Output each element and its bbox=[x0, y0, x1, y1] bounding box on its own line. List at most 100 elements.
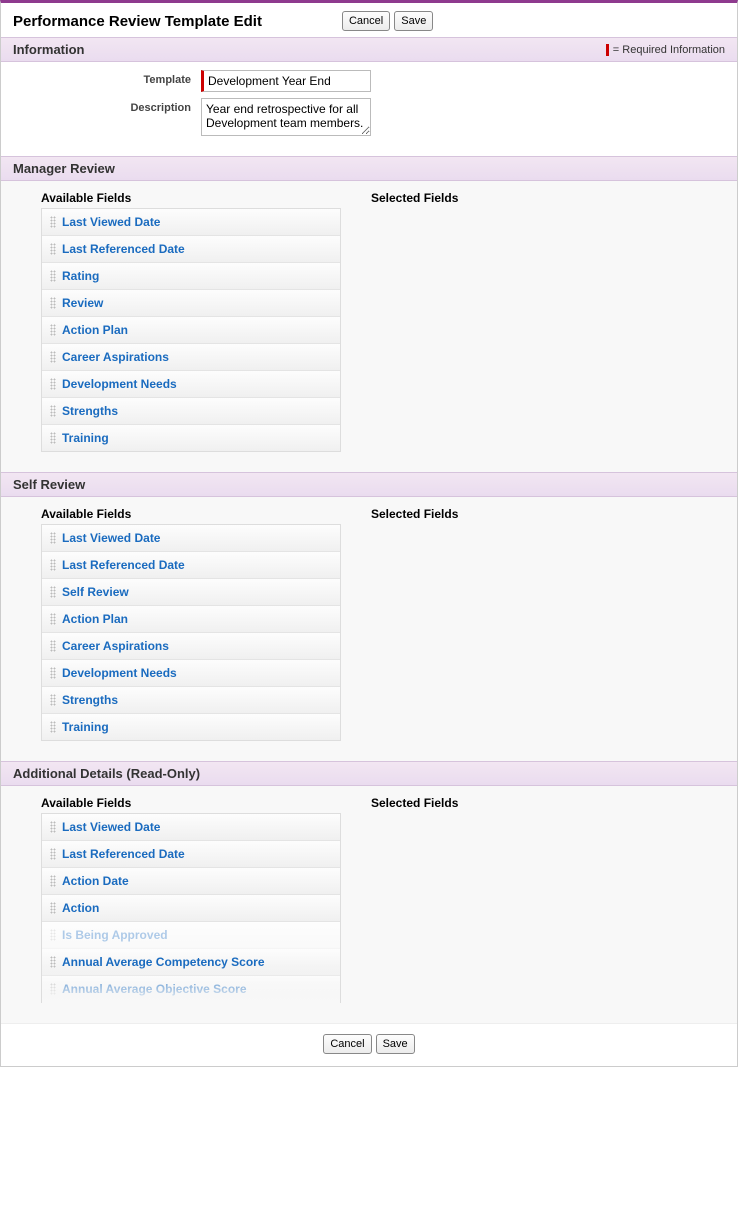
manager-review-area: Available Fields Last Viewed Date Last Re… bbox=[1, 181, 737, 472]
field-item-label: Last Viewed Date bbox=[62, 820, 160, 834]
description-input[interactable]: Year end retrospective for all Developme… bbox=[201, 98, 371, 136]
field-item[interactable]: Action Plan bbox=[42, 317, 340, 344]
available-fields-label: Available Fields bbox=[41, 507, 341, 521]
field-item[interactable]: Training bbox=[42, 714, 340, 740]
section-header-self-review: Self Review bbox=[1, 472, 737, 497]
field-item-label: Career Aspirations bbox=[62, 350, 169, 364]
field-item[interactable]: Strengths bbox=[42, 687, 340, 714]
section-title-self-review: Self Review bbox=[13, 477, 85, 492]
required-legend: = Required Information bbox=[606, 44, 725, 56]
drag-handle-icon[interactable] bbox=[50, 956, 56, 968]
field-item-label: Training bbox=[62, 720, 109, 734]
drag-handle-icon[interactable] bbox=[50, 351, 56, 363]
field-item[interactable]: Self Review bbox=[42, 579, 340, 606]
template-input[interactable] bbox=[201, 70, 371, 92]
field-item[interactable]: Action Date bbox=[42, 868, 340, 895]
field-item[interactable]: Last Referenced Date bbox=[42, 552, 340, 579]
field-item[interactable]: Last Referenced Date bbox=[42, 236, 340, 263]
field-item[interactable]: Last Viewed Date bbox=[42, 525, 340, 552]
field-item-label: Last Viewed Date bbox=[62, 531, 160, 545]
drag-handle-icon[interactable] bbox=[50, 216, 56, 228]
drag-handle-icon[interactable] bbox=[50, 532, 56, 544]
field-item[interactable]: Strengths bbox=[42, 398, 340, 425]
field-item[interactable]: Training bbox=[42, 425, 340, 451]
field-item[interactable]: Last Viewed Date bbox=[42, 814, 340, 841]
information-form: Template Description Year end retrospect… bbox=[1, 62, 737, 156]
cancel-button-top[interactable]: Cancel bbox=[342, 11, 390, 31]
field-item-label: Action Plan bbox=[62, 612, 128, 626]
required-bar-icon bbox=[606, 44, 609, 56]
drag-handle-icon[interactable] bbox=[50, 640, 56, 652]
field-item-label: Last Referenced Date bbox=[62, 242, 185, 256]
field-item-label: Is Being Approved bbox=[62, 928, 168, 942]
section-header-additional-details: Additional Details (Read-Only) bbox=[1, 761, 737, 786]
drag-handle-icon[interactable] bbox=[50, 297, 56, 309]
drag-handle-icon[interactable] bbox=[50, 270, 56, 282]
field-item-label: Strengths bbox=[62, 693, 118, 707]
drag-handle-icon[interactable] bbox=[50, 694, 56, 706]
drag-handle-icon[interactable] bbox=[50, 378, 56, 390]
field-item[interactable]: Rating bbox=[42, 263, 340, 290]
field-item-label: Action Date bbox=[62, 874, 129, 888]
field-item[interactable]: Career Aspirations bbox=[42, 633, 340, 660]
additional-details-area: Available Fields Last Viewed DateLast Re… bbox=[1, 786, 737, 1023]
field-item[interactable]: Development Needs bbox=[42, 660, 340, 687]
drag-handle-icon[interactable] bbox=[50, 432, 56, 444]
field-item-label: Self Review bbox=[62, 585, 129, 599]
self-review-available-list: Last Viewed Date Last Referenced Date Self… bbox=[41, 524, 341, 741]
footer: Cancel Save bbox=[1, 1023, 737, 1066]
template-label: Template bbox=[1, 70, 201, 86]
field-item-label: Rating bbox=[62, 269, 99, 283]
drag-handle-icon[interactable] bbox=[50, 875, 56, 887]
field-item[interactable]: Development Needs bbox=[42, 371, 340, 398]
field-item-label: Strengths bbox=[62, 404, 118, 418]
drag-handle-icon[interactable] bbox=[50, 721, 56, 733]
field-item[interactable]: Review bbox=[42, 290, 340, 317]
section-header-manager-review: Manager Review bbox=[1, 156, 737, 181]
selected-fields-label: Selected Fields bbox=[371, 796, 671, 810]
drag-handle-icon[interactable] bbox=[50, 902, 56, 914]
drag-handle-icon[interactable] bbox=[50, 586, 56, 598]
field-item-label: Action bbox=[62, 901, 99, 915]
drag-handle-icon[interactable] bbox=[50, 613, 56, 625]
section-title-information: Information bbox=[13, 42, 85, 57]
field-item-label: Last Referenced Date bbox=[62, 558, 185, 572]
field-item-label: Development Needs bbox=[62, 377, 177, 391]
page-header: Performance Review Template Edit Cancel … bbox=[1, 3, 737, 37]
self-review-area: Available Fields Last Viewed Date Last Re… bbox=[1, 497, 737, 761]
cancel-button-bottom[interactable]: Cancel bbox=[323, 1034, 371, 1054]
additional-details-available-list: Last Viewed Date Last Referenced Date Acti… bbox=[41, 813, 341, 1003]
field-item-label: Last Referenced Date bbox=[62, 847, 185, 861]
field-item-label: Last Viewed Date bbox=[62, 215, 160, 229]
drag-handle-icon[interactable] bbox=[50, 405, 56, 417]
field-item-label: Annual Average Competency Score bbox=[62, 955, 265, 969]
save-button-top[interactable]: Save bbox=[394, 11, 433, 31]
field-item[interactable]: Career Aspirations bbox=[42, 344, 340, 371]
page-title: Performance Review Template Edit bbox=[13, 13, 262, 30]
section-header-information: Information = Required Information bbox=[1, 37, 737, 62]
field-item[interactable]: Last Viewed Date bbox=[42, 209, 340, 236]
drag-handle-icon[interactable] bbox=[50, 983, 56, 995]
drag-handle-icon[interactable] bbox=[50, 848, 56, 860]
description-label: Description bbox=[1, 98, 201, 114]
field-item[interactable]: Annual Average Objective Score bbox=[42, 976, 340, 1002]
field-item-label: Review bbox=[62, 296, 103, 310]
drag-handle-icon[interactable] bbox=[50, 667, 56, 679]
save-button-bottom[interactable]: Save bbox=[376, 1034, 415, 1054]
drag-handle-icon[interactable] bbox=[50, 324, 56, 336]
selected-fields-label: Selected Fields bbox=[371, 507, 671, 521]
drag-handle-icon[interactable] bbox=[50, 821, 56, 833]
selected-fields-label: Selected Fields bbox=[371, 191, 671, 205]
section-title-manager-review: Manager Review bbox=[13, 161, 115, 176]
field-item[interactable]: Is Being Approved bbox=[42, 922, 340, 949]
field-item[interactable]: Action bbox=[42, 895, 340, 922]
field-item[interactable]: Annual Average Competency Score bbox=[42, 949, 340, 976]
manager-review-available-list: Last Viewed Date Last Referenced Date Rati… bbox=[41, 208, 341, 452]
available-fields-label: Available Fields bbox=[41, 191, 341, 205]
drag-handle-icon[interactable] bbox=[50, 243, 56, 255]
drag-handle-icon[interactable] bbox=[50, 929, 56, 941]
section-title-additional-details: Additional Details (Read-Only) bbox=[13, 766, 200, 781]
drag-handle-icon[interactable] bbox=[50, 559, 56, 571]
field-item[interactable]: Last Referenced Date bbox=[42, 841, 340, 868]
field-item[interactable]: Action Plan bbox=[42, 606, 340, 633]
